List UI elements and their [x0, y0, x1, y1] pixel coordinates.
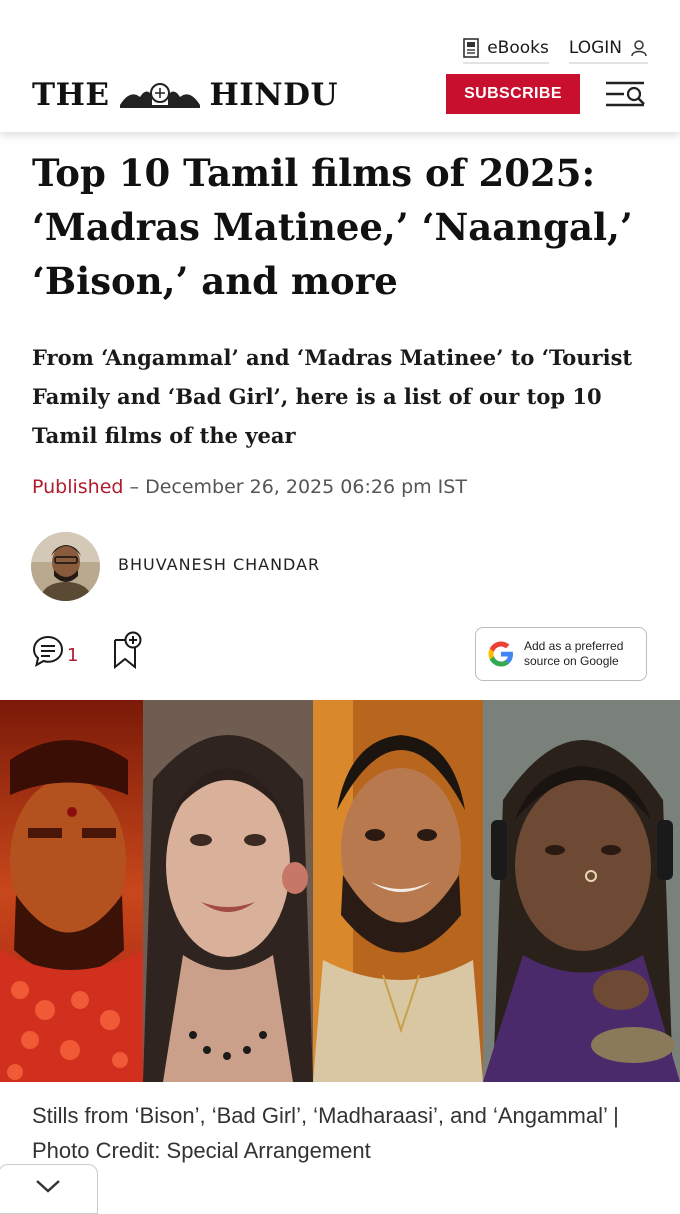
still-image-madharaasi — [313, 700, 483, 1082]
google-g-icon — [488, 641, 513, 667]
google-preferred-source-button[interactable]: Add as a preferred source on Google — [475, 627, 647, 681]
still-panel-2 — [143, 700, 313, 1082]
logo-word-the: THE — [32, 77, 110, 113]
comment-icon[interactable] — [31, 634, 65, 668]
top-links: eBooks LOGIN — [463, 38, 648, 64]
author-avatar[interactable] — [31, 532, 100, 601]
published-date: – December 26, 2025 06:26 pm IST — [123, 476, 467, 498]
crest-emblem-icon — [119, 83, 200, 108]
still-image-bison — [0, 700, 143, 1082]
still-image-bad-girl — [143, 700, 313, 1082]
user-icon — [631, 40, 647, 57]
login-label: LOGIN — [568, 38, 622, 58]
menu-search-icon[interactable] — [604, 78, 648, 112]
still-panel-1 — [0, 700, 143, 1082]
logo-word-hindu: HINDU — [209, 77, 339, 113]
google-line-2: source on Google — [524, 654, 619, 668]
bookmark-add-icon[interactable] — [111, 630, 143, 670]
google-button-text: Add as a preferred source on Google — [524, 639, 623, 669]
article-hero-image[interactable] — [0, 700, 680, 1082]
author-name[interactable]: BHUVANESH CHANDAR — [118, 555, 320, 574]
subscribe-button[interactable]: SUBSCRIBE — [446, 74, 580, 114]
ebooks-label: eBooks — [487, 38, 549, 58]
avatar-photo — [31, 532, 100, 601]
still-panel-4 — [483, 700, 680, 1082]
collapse-toggle[interactable] — [0, 1164, 98, 1214]
comment-count[interactable]: 1 — [67, 645, 78, 666]
still-image-angammal — [483, 700, 680, 1082]
chevron-down-icon — [36, 1180, 60, 1193]
site-header: eBooks LOGIN THE HINDU SUBSCRIBE — [0, 0, 680, 132]
site-logo[interactable]: THE HINDU — [32, 77, 338, 113]
article-standfirst: From ‘Angammal’ and ‘Madras Matinee’ to … — [32, 345, 633, 448]
still-panel-3 — [313, 700, 483, 1082]
article-headline: Top 10 Tamil films of 2025: ‘Madras Mati… — [32, 151, 633, 303]
ebooks-link[interactable]: eBooks — [463, 38, 549, 64]
google-line-1: Add as a preferred — [524, 639, 624, 653]
published-label: Published — [32, 476, 124, 498]
login-link[interactable]: LOGIN — [568, 38, 648, 64]
ebook-icon — [463, 38, 480, 58]
published-line: Published – December 26, 2025 06:26 pm I… — [32, 476, 467, 498]
image-caption: Stills from ‘Bison’, ‘Bad Girl’, ‘Madhar… — [32, 1103, 619, 1163]
